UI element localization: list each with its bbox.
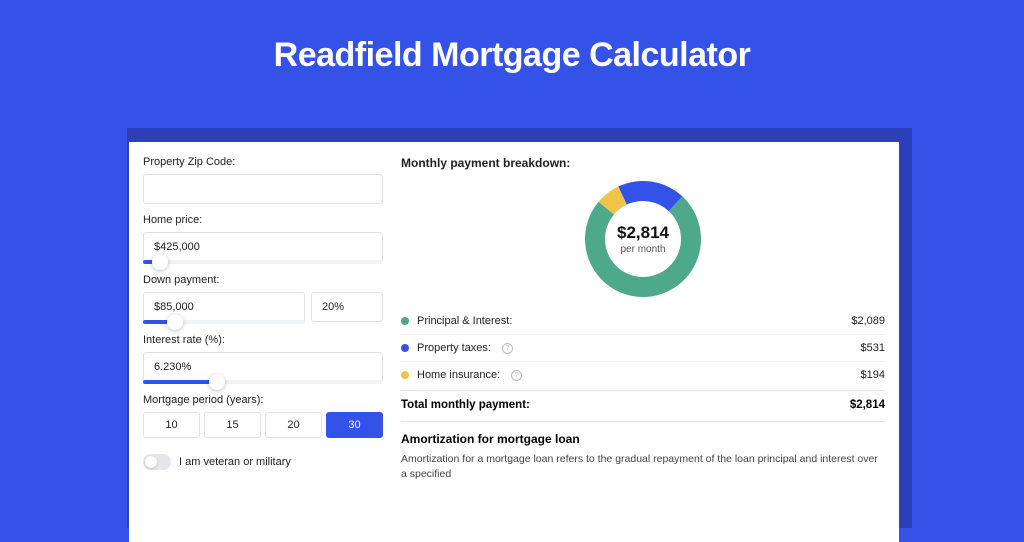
legend-label: Home insurance: [417, 369, 500, 381]
interest-rate-label: Interest rate (%): [143, 334, 383, 346]
donut-amount: $2,814 [617, 223, 669, 243]
zip-label: Property Zip Code: [143, 156, 383, 168]
legend-row: Property taxes:? $531 [401, 335, 885, 362]
breakdown-legend: Principal & Interest: $2,089 Property taxe… [401, 308, 885, 388]
inputs-column: Property Zip Code: Home price: Down paym… [143, 156, 383, 528]
legend-dot [401, 317, 409, 325]
total-label: Total monthly payment: [401, 399, 530, 411]
interest-rate-slider-thumb[interactable] [209, 374, 225, 390]
period-option-30[interactable]: 30 [326, 412, 383, 438]
home-price-slider-thumb[interactable] [152, 254, 168, 270]
toggle-knob [145, 456, 157, 468]
period-option-10[interactable]: 10 [143, 412, 200, 438]
legend-value: $194 [861, 369, 885, 381]
period-options: 10152030 [143, 412, 383, 438]
interest-rate-slider[interactable] [143, 380, 383, 384]
breakdown-title: Monthly payment breakdown: [401, 156, 885, 170]
home-price-label: Home price: [143, 214, 383, 226]
veteran-toggle[interactable] [143, 454, 171, 470]
legend-value: $2,089 [851, 315, 885, 327]
zip-input[interactable] [143, 174, 383, 204]
page-title: Readfield Mortgage Calculator [0, 0, 1024, 97]
down-payment-pct-input[interactable] [311, 292, 383, 322]
amortization-section: Amortization for mortgage loan Amortizat… [401, 421, 885, 481]
legend-row: Home insurance:? $194 [401, 362, 885, 388]
veteran-label: I am veteran or military [179, 456, 291, 468]
legend-value: $531 [861, 342, 885, 354]
total-value: $2,814 [850, 399, 885, 411]
calculator-panel: Property Zip Code: Home price: Down paym… [129, 142, 899, 542]
legend-label: Principal & Interest: [417, 315, 512, 327]
legend-dot [401, 344, 409, 352]
down-payment-label: Down payment: [143, 274, 383, 286]
period-option-15[interactable]: 15 [204, 412, 261, 438]
home-price-input[interactable] [143, 232, 383, 262]
total-row: Total monthly payment: $2,814 [401, 390, 885, 421]
donut-sub: per month [620, 244, 665, 255]
down-payment-slider-thumb[interactable] [167, 314, 183, 330]
period-option-20[interactable]: 20 [265, 412, 322, 438]
amortization-title: Amortization for mortgage loan [401, 432, 885, 446]
payment-donut-chart: $2,814 per month [582, 178, 704, 300]
period-label: Mortgage period (years): [143, 394, 383, 406]
legend-dot [401, 371, 409, 379]
interest-rate-input[interactable] [143, 352, 383, 382]
legend-label: Property taxes: [417, 342, 491, 354]
results-column: Monthly payment breakdown: $2,814 per mo… [401, 156, 885, 528]
legend-row: Principal & Interest: $2,089 [401, 308, 885, 335]
home-price-slider[interactable] [143, 260, 383, 264]
help-icon[interactable]: ? [502, 343, 513, 354]
help-icon[interactable]: ? [511, 370, 522, 381]
down-payment-slider[interactable] [143, 320, 305, 324]
amortization-text: Amortization for a mortgage loan refers … [401, 452, 885, 481]
